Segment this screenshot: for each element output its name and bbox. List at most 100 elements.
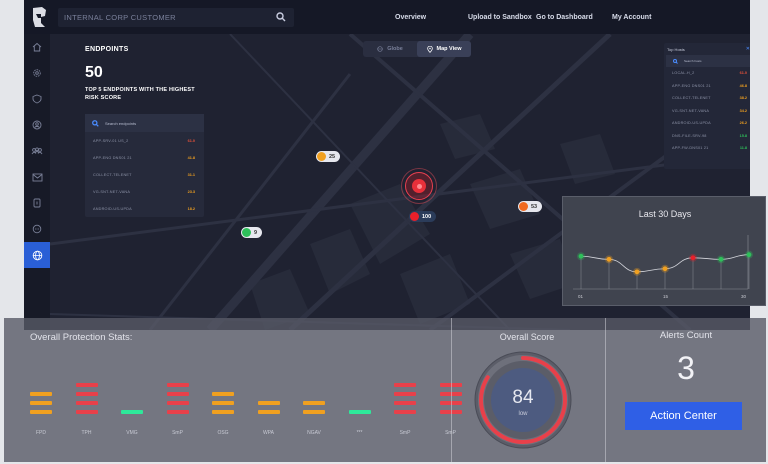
sidebar-item-groups[interactable] [24, 138, 50, 164]
risk-score: 23.3 [187, 189, 195, 194]
alert-pulse[interactable] [401, 168, 437, 204]
host-name: DNS-FILE-SRV-98 [672, 133, 707, 138]
tab-map-view[interactable]: Map View [417, 41, 471, 57]
host-name: APP-ENG DNS01 21 [93, 155, 132, 160]
trend-point[interactable] [606, 256, 612, 262]
table-row[interactable]: APP-ENG DNS01 21 41.8 [85, 149, 204, 166]
sidebar-item-mail[interactable] [24, 164, 50, 190]
endpoint-search[interactable]: Search endpoints [85, 114, 204, 132]
table-row[interactable]: APP-ENG DNS01 21 46.8 [664, 80, 750, 93]
user-shield-icon [32, 120, 42, 130]
top-hosts-header: Top Hosts ✕ [664, 43, 750, 55]
globe-icon [32, 250, 42, 260]
trend-plot: 01 15 30 [573, 235, 753, 299]
protection-bar [75, 370, 98, 420]
endpoint-search-placeholder: Search endpoints [105, 120, 137, 126]
pin-label: 100 [422, 213, 432, 220]
protection-bar-label: VMG [126, 430, 138, 436]
bar-segment [166, 410, 189, 414]
top-hosts-panel: Top Hosts ✕ Search hosts LOCAL-H_2 61.0 AP… [664, 43, 750, 169]
pin-dot [519, 202, 528, 211]
risk-score: 18.2 [187, 206, 195, 211]
action-center-button[interactable]: Action Center [625, 402, 742, 430]
sidebar-item-user-security[interactable] [24, 112, 50, 138]
sidebar-item-protection[interactable] [24, 86, 50, 112]
table-row[interactable]: ANDROID-US-UPDA 26.2 [664, 117, 750, 130]
bar-segment [394, 392, 416, 396]
customer-search-input[interactable] [64, 13, 264, 22]
view-toggle: Globe Map View [363, 41, 471, 57]
logo[interactable] [24, 0, 54, 34]
trend-tick-label: 01 [578, 294, 584, 299]
protection-bar-label: FPD [36, 430, 46, 436]
sidebar-item-chat[interactable] [24, 216, 50, 242]
protection-bar-label: TPH [81, 430, 92, 436]
trend-point[interactable] [690, 255, 696, 261]
shield-icon [32, 94, 42, 104]
map-pin[interactable]: 9 [241, 227, 263, 238]
sidebar-item-home[interactable] [24, 34, 50, 60]
bar-segment [75, 392, 98, 396]
host-name: VG-SNT-NET-VANA [672, 108, 710, 113]
tab-globe-label: Globe [387, 46, 403, 52]
table-row[interactable]: ANDROID-US-UPDA 18.2 [85, 200, 204, 217]
table-row[interactable]: APP-SRV-01 US_2 61.0 [85, 132, 204, 149]
sidebar-item-settings[interactable] [24, 60, 50, 86]
nav-go-to-dashboard[interactable]: Go to Dashboard [536, 0, 593, 34]
table-row[interactable]: DNS-FILE-SRV-98 15.8 [664, 130, 750, 143]
map-pin[interactable]: 100 [409, 211, 437, 222]
table-row[interactable]: APP-FW-DNS01 21 11.8 [664, 142, 750, 155]
host-name: COLLECT-TELENET [672, 96, 711, 101]
bar-segment [75, 401, 98, 405]
nav-my-account[interactable]: My Account [612, 0, 651, 34]
bar-segment [166, 392, 189, 396]
sidebar-item-globe[interactable] [24, 242, 50, 268]
pin-dot [242, 228, 251, 237]
risk-score: 11.8 [739, 146, 747, 151]
alert-pulse-ring [405, 172, 433, 200]
host-name: ANDROID-US-UPDA [672, 121, 711, 126]
pin-label: 9 [254, 229, 258, 236]
customer-search-box [58, 8, 294, 27]
trend-point[interactable] [578, 253, 584, 259]
map-pin[interactable]: 25 [316, 151, 341, 162]
trend-tick-label: 30 [741, 294, 747, 299]
close-icon[interactable]: ✕ [746, 46, 750, 52]
alert-pulse-center [416, 183, 422, 189]
endpoints-title: ENDPOINTS [85, 46, 129, 53]
host-search-placeholder: Search hosts [684, 59, 702, 63]
endpoints-count: 50 [85, 64, 103, 81]
trend-point[interactable] [634, 269, 640, 275]
trend-point[interactable] [662, 266, 668, 272]
globe-icon [377, 46, 383, 52]
table-row[interactable]: COLLECT-TELENET 31.1 [85, 166, 204, 183]
map-pin[interactable]: 53 [518, 201, 543, 212]
endpoints-subtitle: TOP 5 ENDPOINTS WITH THE HIGHEST RISK SC… [85, 87, 195, 101]
search-icon[interactable] [276, 12, 286, 22]
protection-bar [121, 370, 143, 420]
nav-overview[interactable]: Overview [395, 0, 426, 34]
trend-point[interactable] [746, 252, 752, 258]
table-row[interactable]: COLLECT-TELENET 38.2 [664, 92, 750, 105]
table-row[interactable]: VG-SNT-NET-VANA 34.2 [664, 105, 750, 118]
bar-segment [75, 383, 98, 387]
bar-segment [257, 401, 280, 405]
risk-score: 31.1 [187, 172, 195, 177]
table-row[interactable]: LOCAL-H_2 61.0 [664, 67, 750, 80]
bar-segment [212, 401, 234, 405]
map-pin-icon [426, 45, 433, 53]
bar-segment [166, 383, 189, 387]
host-name: COLLECT-TELENET [93, 172, 132, 177]
bar-segment [348, 410, 371, 414]
top-bar: Overview Upload to Sandbox Go to Dashboa… [24, 0, 750, 34]
tab-globe[interactable]: Globe [363, 41, 417, 57]
table-row[interactable]: VG-SNT-NET-VANA 23.3 [85, 183, 204, 200]
nav-upload-sandbox[interactable]: Upload to Sandbox [468, 0, 532, 34]
bar-segment [303, 401, 325, 405]
protection-bar [212, 370, 234, 420]
host-search[interactable]: Search hosts [666, 55, 750, 67]
sidebar-item-reports[interactable] [24, 190, 50, 216]
pin-dot [317, 152, 326, 161]
host-name: LOCAL-H_2 [672, 71, 695, 76]
trend-point[interactable] [718, 256, 724, 262]
